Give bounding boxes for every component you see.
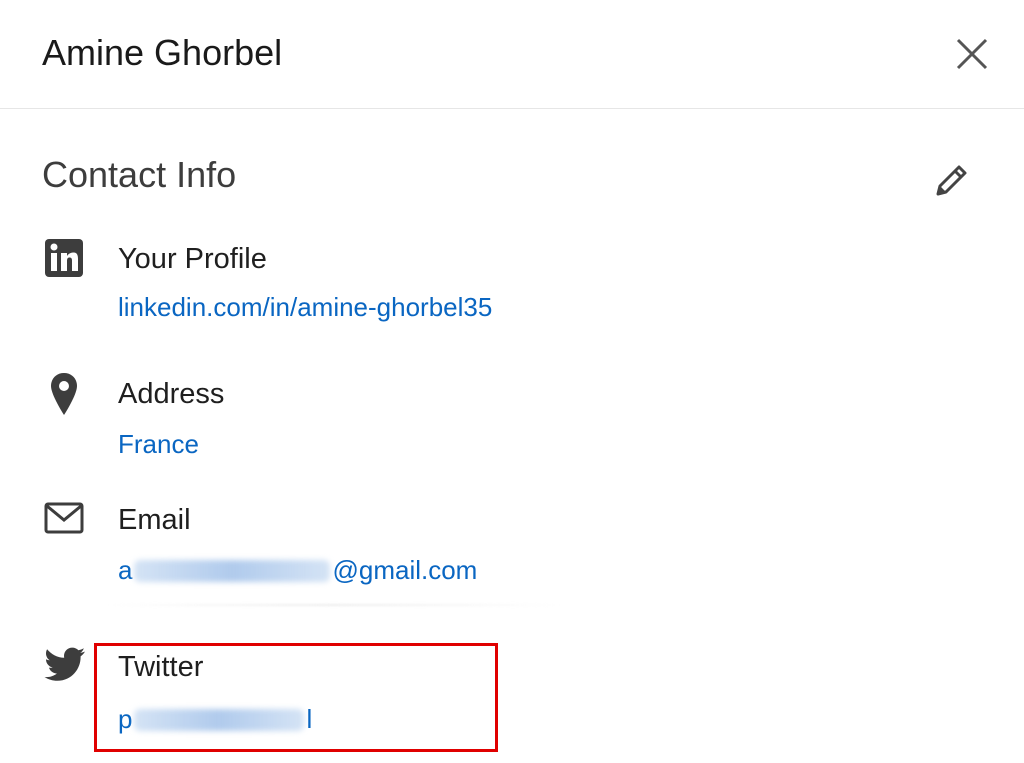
pencil-icon [929, 159, 971, 206]
twitter-icon [40, 642, 88, 690]
profile-label: Your Profile [118, 243, 267, 275]
address-label: Address [118, 378, 225, 410]
email-suffix: @gmail.com [332, 555, 478, 585]
redacted-blur [134, 560, 331, 582]
dialog-header: Amine Ghorbel [0, 0, 1024, 109]
close-icon [955, 37, 989, 76]
email-label: Email [118, 504, 191, 536]
close-button[interactable] [950, 34, 994, 78]
email-prefix: a [118, 555, 133, 585]
divider [108, 604, 560, 606]
email-link[interactable]: a @gmail.com [118, 553, 477, 587]
highlight-annotation-box [94, 643, 498, 752]
mail-icon [40, 494, 88, 542]
profile-name: Amine Ghorbel [42, 32, 283, 73]
profile-link[interactable]: linkedin.com/in/amine-ghorbel35 [118, 290, 492, 324]
section-title: Contact Info [42, 154, 237, 195]
location-pin-icon [40, 370, 88, 418]
address-value: France [118, 429, 199, 459]
linkedin-icon [40, 234, 88, 282]
edit-button[interactable] [924, 156, 976, 208]
